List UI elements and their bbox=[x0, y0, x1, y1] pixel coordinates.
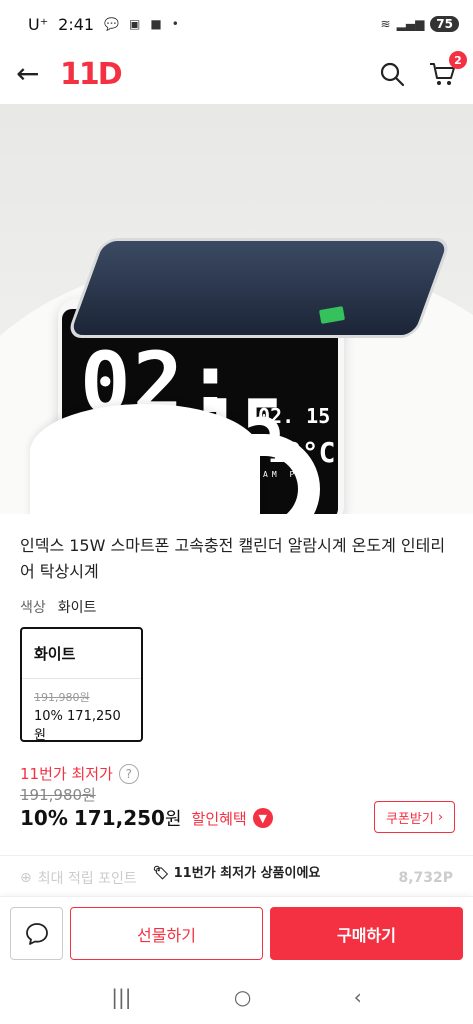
lowest-price-toast: 🏷 11번가 최저가 상품이에요 bbox=[0, 862, 473, 881]
option-key: 색상 bbox=[20, 600, 46, 616]
signal-icon: ▂▄▆ bbox=[396, 17, 425, 31]
currency-unit: 원 bbox=[164, 809, 182, 830]
battery-indicator: 75 bbox=[430, 16, 459, 32]
carrier-label: U⁺ bbox=[28, 14, 49, 34]
back-icon[interactable]: ‹ bbox=[354, 985, 362, 1009]
clock-date: 02. 15 bbox=[258, 404, 331, 428]
product-title: 인덱스 15W 스마트폰 고속충전 캘린더 알람시계 온도계 인테리어 탁상시계 bbox=[20, 536, 446, 581]
bottom-action-bar: 선물하기 구매하기 bbox=[0, 896, 473, 970]
wifi-icon: ≋ bbox=[380, 17, 391, 31]
gift-button[interactable]: 선물하기 bbox=[70, 907, 263, 960]
product-image[interactable]: 02: 15 02. 15 19°C AM PM bbox=[0, 104, 473, 514]
lowest-price-row: 11번가 최저가 ? bbox=[20, 763, 139, 784]
option-value: 화이트 bbox=[57, 600, 97, 616]
home-icon[interactable]: ○ bbox=[234, 985, 251, 1009]
price-row: 10% 171,250 원 할인혜택 ▼ bbox=[20, 805, 273, 831]
divider bbox=[22, 678, 141, 679]
clock-time: 2:41 bbox=[58, 14, 95, 34]
option-card-sale-price: 10% 171,250원 bbox=[34, 709, 121, 743]
selected-option: 색상 화이트 bbox=[20, 597, 96, 617]
buy-button[interactable]: 구매하기 bbox=[270, 907, 463, 960]
app-header: ← 11D 2 bbox=[0, 48, 473, 100]
question-icon[interactable]: ? bbox=[118, 763, 139, 784]
chevron-down-icon[interactable]: ▼ bbox=[252, 808, 273, 828]
sale-price: 171,250 bbox=[73, 806, 165, 830]
coupon-label: 쿠폰받기 bbox=[385, 811, 434, 827]
option-card-white[interactable]: 화이트 191,980원 10% 171,250원 bbox=[20, 627, 143, 743]
cart-button[interactable]: 2 bbox=[427, 51, 467, 89]
option-card-original-price: 191,980원 bbox=[34, 691, 90, 704]
section-divider bbox=[0, 855, 473, 856]
app-notification-icon: ■ bbox=[150, 17, 162, 31]
lowest-price-label: 11번가 최저가 bbox=[20, 765, 113, 783]
talk-notification-icon: 💬 bbox=[104, 17, 120, 31]
discount-benefit-link[interactable]: 할인혜택 bbox=[192, 808, 247, 829]
more-dot-icon: • bbox=[171, 17, 179, 31]
recent-apps-icon[interactable]: ||| bbox=[111, 985, 131, 1009]
discount-percent: 10% bbox=[20, 806, 68, 830]
back-arrow-icon[interactable]: ← bbox=[16, 60, 46, 88]
cup-illustration bbox=[30, 404, 260, 514]
cart-count-badge: 2 bbox=[449, 51, 467, 69]
status-bar: U⁺ 2:41 💬 ▣ ■ • ≋ ▂▄▆ 75 bbox=[0, 0, 473, 48]
phone-on-charger bbox=[65, 238, 453, 338]
coupon-button[interactable]: 쿠폰받기 › bbox=[374, 801, 455, 833]
logo[interactable]: 11D bbox=[60, 57, 123, 92]
search-icon bbox=[380, 62, 405, 87]
original-price: 191,980원 bbox=[20, 786, 96, 804]
chevron-right-icon: › bbox=[437, 809, 444, 825]
chat-button[interactable] bbox=[10, 907, 63, 960]
chat-bubble-icon bbox=[25, 922, 48, 945]
search-button[interactable] bbox=[377, 59, 407, 89]
option-card-name: 화이트 bbox=[34, 645, 76, 663]
system-nav-bar: ||| ○ ‹ bbox=[0, 970, 473, 1024]
screenshot-icon: ▣ bbox=[129, 17, 141, 31]
tag-icon: 🏷 bbox=[152, 866, 170, 881]
toast-text: 11번가 최저가 상품이에요 bbox=[173, 866, 321, 881]
